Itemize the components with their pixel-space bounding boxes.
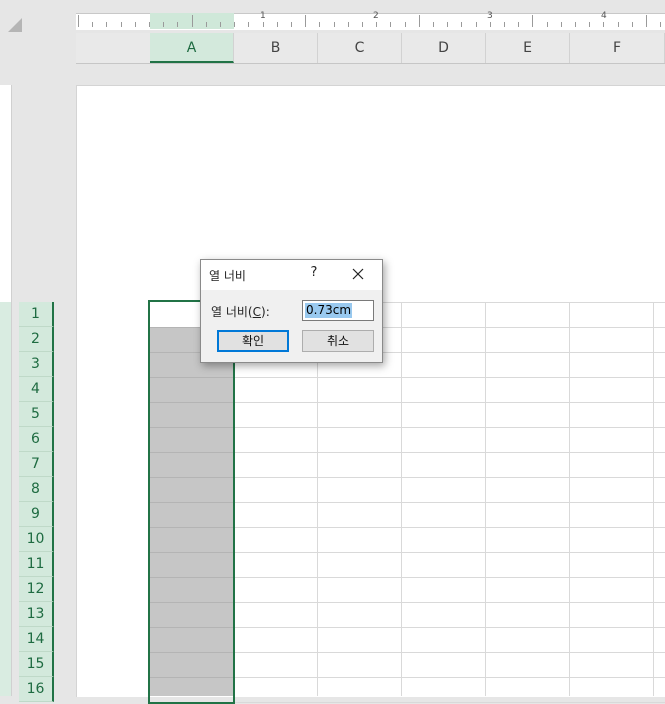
close-icon [352,268,364,280]
row-header-5[interactable]: 5 [19,402,54,427]
horizontal-ruler: 1 2 3 4 [76,10,665,30]
row-headers: 1 2 3 4 5 6 7 8 9 10 11 12 13 14 15 16 [19,302,56,702]
column-header-a[interactable]: A [150,33,234,63]
select-all-corner[interactable] [0,0,76,63]
row-header-16[interactable]: 16 [19,677,54,702]
column-headers: A B C D E F [76,33,665,64]
ruler-tick [220,22,221,27]
row-header-2[interactable]: 2 [19,327,54,352]
ruler-tick [660,22,662,27]
ruler-number: 2 [373,11,379,21]
ruler-tick [333,22,335,27]
ruler-tick [532,15,534,27]
ok-button[interactable]: 확인 [217,330,289,352]
ruler-number: 4 [601,11,607,21]
ruler-tick [418,15,420,27]
ruler-tick [475,22,477,27]
ruler-number: 3 [487,11,493,21]
ruler-tick [177,22,179,27]
row-header-6[interactable]: 6 [19,427,54,452]
ruler-tick [276,22,278,27]
ruler-tick [234,22,236,27]
ruler-tick [262,22,264,27]
ruler-tick [347,22,349,27]
ruler-tick [163,22,165,27]
ruler-tick [191,15,193,27]
ruler-tick [518,22,520,27]
vertical-ruler [0,85,12,696]
mnemonic-key: C [252,305,262,319]
row-header-11[interactable]: 11 [19,552,54,577]
ruler-tick [248,22,250,27]
ruler-tick [390,22,392,27]
row-header-1[interactable]: 1 [19,302,54,327]
ruler-tick [106,22,108,27]
ruler-tick [404,22,406,27]
ruler-tick [560,22,562,27]
ruler-tick [589,22,591,27]
ruler-tick [631,22,633,27]
column-width-label: 열 너비(C): [211,305,270,319]
dialog-titlebar[interactable]: 열 너비 ? [201,260,382,290]
help-button[interactable]: ? [307,265,321,283]
ruler-tick [92,22,94,27]
ruler-tick [78,15,79,27]
ruler-tick [291,22,292,27]
ruler-tick [319,22,321,27]
row-header-4[interactable]: 4 [19,377,54,402]
ruler-tick [376,22,378,27]
column-header-e[interactable]: E [486,33,570,63]
row-header-7[interactable]: 7 [19,452,54,477]
grid-column-line [569,302,570,696]
column-header-c[interactable]: C [318,33,402,63]
row-header-15[interactable]: 15 [19,652,54,677]
row-header-3[interactable]: 3 [19,352,54,377]
grid-column-line [401,302,402,696]
row-header-8[interactable]: 8 [19,477,54,502]
row-header-12[interactable]: 12 [19,577,54,602]
ruler-number: 1 [260,11,266,21]
column-width-input[interactable]: 0.73cm [302,300,374,321]
column-header-b[interactable]: B [234,33,318,63]
grid-column-line [653,302,654,696]
grid-column-line [485,302,486,696]
row-header-9[interactable]: 9 [19,502,54,527]
close-button[interactable] [349,265,367,283]
ruler-tick [603,22,605,27]
ruler-tick [205,22,207,27]
ruler-tick [489,22,491,27]
cancel-button[interactable]: 취소 [302,330,374,352]
ruler-tick [134,22,136,27]
ruler-tick [575,22,576,27]
ruler-tick [546,22,548,27]
row-header-10[interactable]: 10 [19,527,54,552]
dialog-title: 열 너비 [209,269,246,283]
row-header-13[interactable]: 13 [19,602,54,627]
ruler-tick [617,22,619,27]
ruler-tick [461,22,463,27]
ruler-tick [120,22,122,27]
column-header-d[interactable]: D [402,33,486,63]
ruler-tick [646,15,647,27]
ruler-tick [433,22,434,27]
vertical-ruler-selection [0,302,11,696]
ruler-tick [149,22,150,27]
ruler-tick [447,22,449,27]
column-header-f[interactable]: F [570,33,665,63]
row-header-14[interactable]: 14 [19,627,54,652]
column-width-dialog: 열 너비 ? 열 너비(C): 0.73cm 확인 취소 [200,259,383,363]
ruler-tick [305,15,307,27]
ruler-tick [362,22,363,27]
ruler-tick [504,22,505,27]
column-width-value: 0.73cm [305,303,353,318]
